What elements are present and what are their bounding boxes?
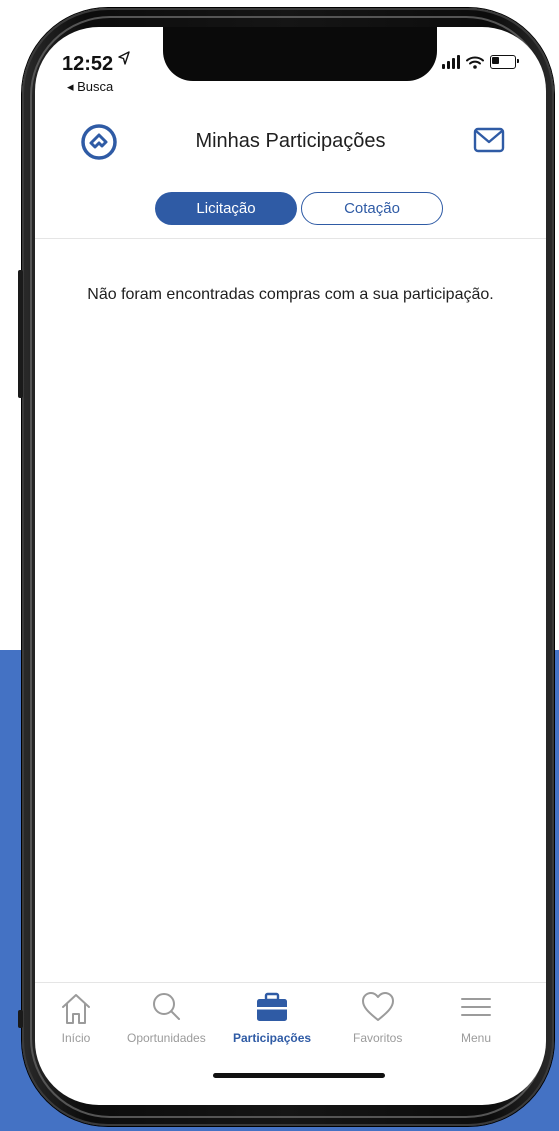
nav-label: Favoritos bbox=[353, 1031, 403, 1045]
empty-state-message: Não foram encontradas compras com a sua … bbox=[87, 286, 494, 303]
tab-licitacao[interactable]: Licitação bbox=[155, 192, 297, 225]
phone-screen: 12:52 ◂ Busca Minhas Participações Licit… bbox=[35, 27, 546, 1105]
search-icon bbox=[153, 993, 181, 1020]
back-to-search-link[interactable]: ◂ Busca bbox=[67, 79, 113, 95]
nav-item-menu[interactable]: Menu bbox=[458, 987, 494, 1045]
side-button bbox=[18, 270, 23, 398]
wifi-icon bbox=[466, 56, 484, 69]
location-arrow-icon bbox=[118, 51, 130, 69]
segment-tabs: Licitação Cotação bbox=[155, 192, 443, 225]
nav-label: Menu bbox=[460, 1031, 492, 1045]
nav-item-favoritos[interactable]: Favoritos bbox=[353, 987, 402, 1045]
home-indicator[interactable] bbox=[213, 1073, 385, 1078]
menu-icon bbox=[461, 998, 491, 1016]
tab-cotacao[interactable]: Cotação bbox=[301, 192, 443, 225]
nav-label: Oportunidades bbox=[127, 1031, 206, 1045]
page-title: Minhas Participações bbox=[195, 130, 386, 152]
divider bbox=[35, 982, 546, 983]
home-icon bbox=[62, 994, 90, 1024]
signal-icon bbox=[442, 55, 460, 69]
nav-label: Início bbox=[61, 1031, 91, 1045]
divider bbox=[35, 238, 546, 239]
mail-icon[interactable] bbox=[473, 127, 505, 153]
briefcase-icon bbox=[257, 992, 288, 1021]
bottom-nav: Início Oportunidades Participações Favor… bbox=[35, 987, 546, 1057]
nav-item-participacoes[interactable]: Participações bbox=[233, 987, 311, 1045]
heart-icon bbox=[361, 992, 394, 1021]
status-indicators bbox=[442, 55, 519, 69]
nav-label: Participações bbox=[233, 1031, 312, 1045]
nav-item-inicio[interactable]: Início bbox=[58, 987, 94, 1045]
notch bbox=[163, 27, 437, 81]
battery-icon bbox=[490, 55, 519, 69]
status-time: 12:52 bbox=[62, 53, 114, 75]
nav-item-oportunidades[interactable]: Oportunidades bbox=[127, 987, 206, 1045]
side-button bbox=[18, 1010, 23, 1028]
